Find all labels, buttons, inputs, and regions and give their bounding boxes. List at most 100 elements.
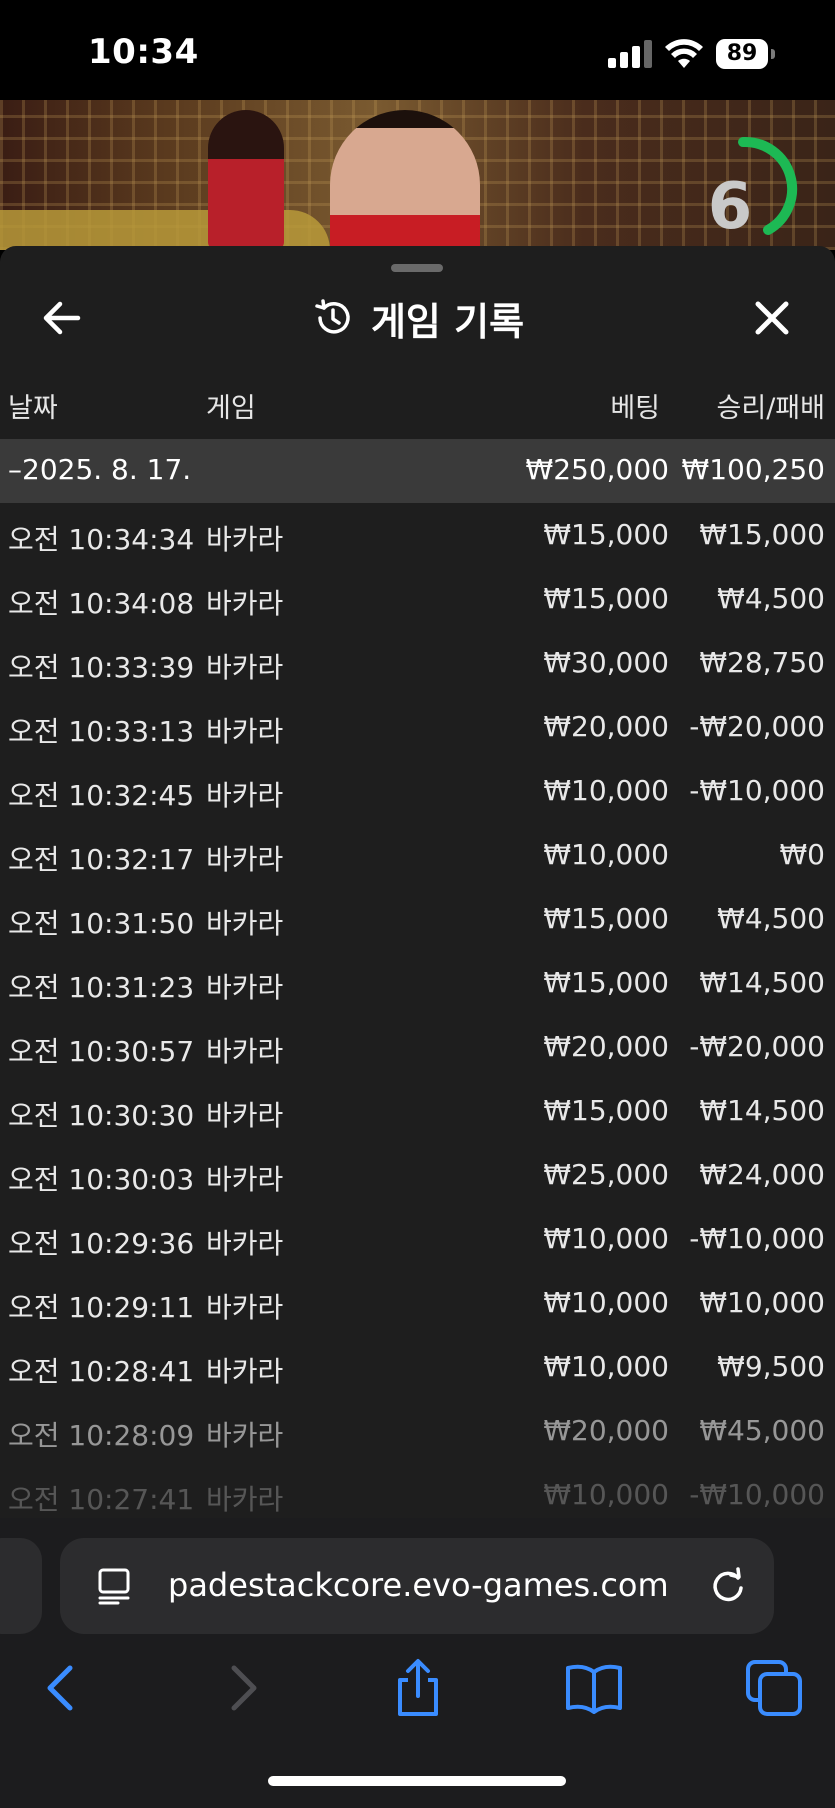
home-indicator xyxy=(268,1776,566,1786)
panel-header: 게임 기록 xyxy=(0,290,835,346)
row-time: 오전 10:31:23 xyxy=(8,971,195,1004)
history-row[interactable]: 오전 10:28:41 바카라 ₩10,000 ₩9,500 xyxy=(0,1336,835,1400)
history-row[interactable]: 오전 10:30:57 바카라 ₩20,000 -₩20,000 xyxy=(0,1016,835,1080)
row-bet: ₩30,000 xyxy=(543,646,669,679)
row-result: -₩20,000 xyxy=(689,710,825,743)
row-result: ₩15,000 xyxy=(699,518,825,551)
history-row[interactable]: 오전 10:27:41 바카라 ₩10,000 -₩10,000 xyxy=(0,1464,835,1526)
tabs-icon[interactable] xyxy=(744,1658,804,1718)
column-headers: 날짜 게임 베팅 승리/패배 xyxy=(0,374,835,430)
back-chevron-icon[interactable] xyxy=(32,1658,92,1718)
row-result: ₩4,500 xyxy=(717,902,825,935)
history-row[interactable]: 오전 10:32:45 바카라 ₩10,000 -₩10,000 xyxy=(0,760,835,824)
row-game: 바카라 xyxy=(206,1163,284,1196)
row-bet: ₩15,000 xyxy=(543,902,669,935)
row-game: 바카라 xyxy=(206,1035,284,1068)
row-bet: ₩25,000 xyxy=(543,1158,669,1191)
row-time: 오전 10:33:39 xyxy=(8,651,195,684)
history-row[interactable]: 오전 10:32:17 바카라 ₩10,000 ₩0 xyxy=(0,824,835,888)
sheet-grabber[interactable] xyxy=(391,264,443,272)
row-result: -₩10,000 xyxy=(689,774,825,807)
row-time: 오전 10:32:17 xyxy=(8,843,195,876)
history-row[interactable]: 오전 10:33:39 바카라 ₩30,000 ₩28,750 xyxy=(0,632,835,696)
previous-tab-peek[interactable] xyxy=(0,1538,42,1634)
row-result: -₩20,000 xyxy=(689,1030,825,1063)
row-time: 오전 10:33:13 xyxy=(8,715,195,748)
row-time: 오전 10:30:03 xyxy=(8,1163,195,1196)
countdown-timer: 6 xyxy=(707,170,753,244)
row-bet: ₩15,000 xyxy=(543,966,669,999)
history-row[interactable]: 오전 10:31:23 바카라 ₩15,000 ₩14,500 xyxy=(0,952,835,1016)
row-bet: ₩20,000 xyxy=(543,710,669,743)
column-date[interactable]: 날짜 xyxy=(8,386,58,425)
row-time: 오전 10:30:30 xyxy=(8,1099,195,1132)
row-result: ₩45,000 xyxy=(699,1414,825,1447)
row-game: 바카라 xyxy=(206,907,284,940)
history-row[interactable]: 오전 10:31:50 바카라 ₩15,000 ₩4,500 xyxy=(0,888,835,952)
row-game: 바카라 xyxy=(206,1419,284,1452)
row-bet: ₩15,000 xyxy=(543,518,669,551)
url-text: padestackcore.evo-games.com xyxy=(168,1566,669,1604)
summary-bet: ₩250,000 xyxy=(525,453,669,486)
row-game: 바카라 xyxy=(206,1227,284,1260)
row-time: 오전 10:27:41 xyxy=(8,1483,195,1516)
status-bar: 10:34 89 xyxy=(0,0,835,100)
history-row[interactable]: 오전 10:34:08 바카라 ₩15,000 ₩4,500 xyxy=(0,568,835,632)
row-game: 바카라 xyxy=(206,1483,284,1516)
row-result: -₩10,000 xyxy=(689,1478,825,1511)
row-game: 바카라 xyxy=(206,971,284,1004)
reload-icon[interactable] xyxy=(706,1564,750,1608)
row-time: 오전 10:30:57 xyxy=(8,1035,195,1068)
summary-date: –2025. 8. 17. xyxy=(8,453,192,486)
date-summary-row[interactable]: –2025. 8. 17. ₩250,000 ₩100,250 xyxy=(0,439,835,503)
column-bet[interactable]: 베팅 xyxy=(610,386,660,425)
row-game: 바카라 xyxy=(206,715,284,748)
row-game: 바카라 xyxy=(206,1291,284,1324)
row-game: 바카라 xyxy=(206,843,284,876)
history-list: 오전 10:34:34 바카라 ₩15,000 ₩15,000 오전 10:34… xyxy=(0,504,835,1526)
history-row[interactable]: 오전 10:30:03 바카라 ₩25,000 ₩24,000 xyxy=(0,1144,835,1208)
row-game: 바카라 xyxy=(206,523,284,556)
row-bet: ₩10,000 xyxy=(543,1286,669,1319)
bookmarks-icon[interactable] xyxy=(564,1658,624,1718)
share-icon[interactable] xyxy=(388,1658,448,1718)
row-time: 오전 10:28:09 xyxy=(8,1419,195,1452)
history-row[interactable]: 오전 10:33:13 바카라 ₩20,000 -₩20,000 xyxy=(0,696,835,760)
row-result: ₩14,500 xyxy=(699,966,825,999)
close-icon[interactable] xyxy=(744,290,800,346)
row-game: 바카라 xyxy=(206,1355,284,1388)
row-game: 바카라 xyxy=(206,779,284,812)
row-game: 바카라 xyxy=(206,651,284,684)
reader-icon[interactable] xyxy=(94,1566,134,1606)
row-result: -₩10,000 xyxy=(689,1222,825,1255)
summary-result: ₩100,250 xyxy=(681,453,825,486)
row-bet: ₩15,000 xyxy=(543,1094,669,1127)
row-bet: ₩10,000 xyxy=(543,1478,669,1511)
history-row[interactable]: 오전 10:29:36 바카라 ₩10,000 -₩10,000 xyxy=(0,1208,835,1272)
row-bet: ₩10,000 xyxy=(543,1222,669,1255)
forward-chevron-icon[interactable] xyxy=(212,1658,272,1718)
history-row[interactable]: 오전 10:28:09 바카라 ₩20,000 ₩45,000 xyxy=(0,1400,835,1464)
row-bet: ₩10,000 xyxy=(543,1350,669,1383)
panel-title: 게임 기록 xyxy=(370,299,525,344)
address-bar[interactable]: padestackcore.evo-games.com xyxy=(60,1538,774,1634)
cellular-signal-icon xyxy=(608,40,654,68)
row-time: 오전 10:29:36 xyxy=(8,1227,195,1260)
row-bet: ₩20,000 xyxy=(543,1414,669,1447)
history-row[interactable]: 오전 10:29:11 바카라 ₩10,000 ₩10,000 xyxy=(0,1272,835,1336)
row-result: ₩24,000 xyxy=(699,1158,825,1191)
column-result[interactable]: 승리/패배 xyxy=(717,386,825,425)
history-icon xyxy=(315,299,350,334)
row-result: ₩28,750 xyxy=(699,646,825,679)
column-game[interactable]: 게임 xyxy=(206,386,256,425)
status-time: 10:34 xyxy=(88,32,199,72)
dealer xyxy=(330,110,480,250)
row-time: 오전 10:32:45 xyxy=(8,779,195,812)
row-time: 오전 10:28:41 xyxy=(8,1355,195,1388)
history-row[interactable]: 오전 10:34:34 바카라 ₩15,000 ₩15,000 xyxy=(0,504,835,568)
history-row[interactable]: 오전 10:30:30 바카라 ₩15,000 ₩14,500 xyxy=(0,1080,835,1144)
row-result: ₩10,000 xyxy=(699,1286,825,1319)
row-result: ₩9,500 xyxy=(717,1350,825,1383)
row-time: 오전 10:34:34 xyxy=(8,523,195,556)
game-history-panel: 게임 기록 날짜 게임 베팅 승리/패배 –2025. 8. 17. ₩250,… xyxy=(0,246,835,1526)
